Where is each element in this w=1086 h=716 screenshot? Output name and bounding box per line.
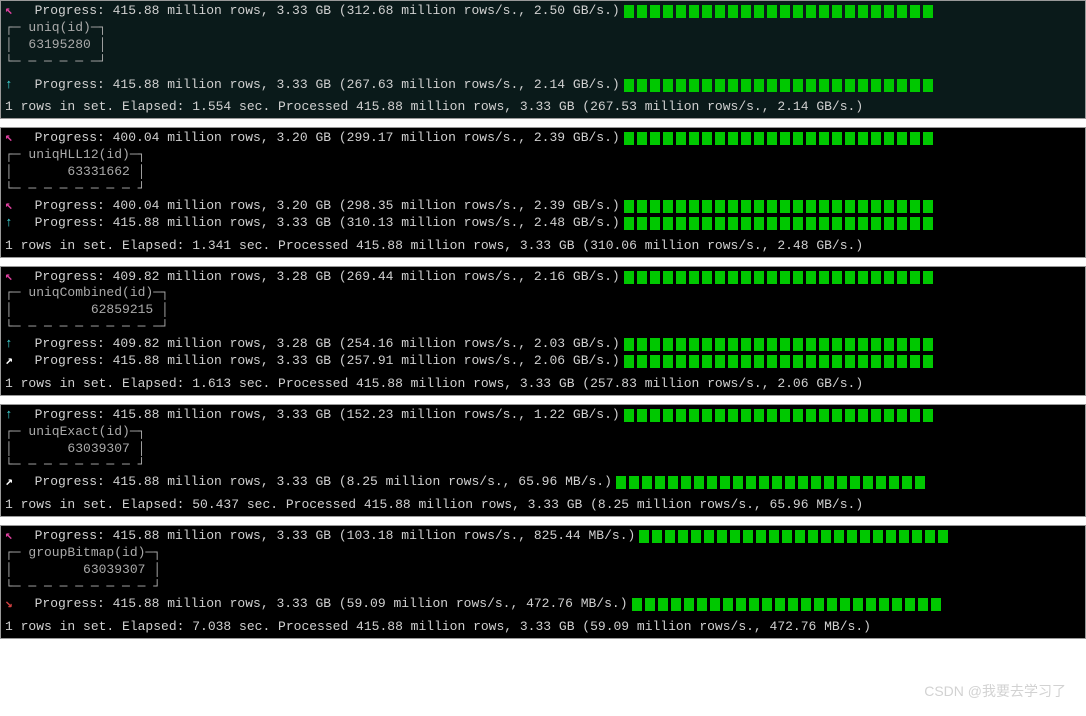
terminal-line: ↑ Progress: 409.82 million rows, 3.28 GB… <box>5 336 1081 353</box>
result-box-line: │ 63039307 │ <box>5 441 145 458</box>
terminal-panel: ↖ Progress: 415.88 million rows, 3.33 GB… <box>0 525 1086 638</box>
terminal-line: ↘ Progress: 415.88 million rows, 3.33 GB… <box>5 596 1081 613</box>
terminal-line: 1 rows in set. Elapsed: 50.437 sec. Proc… <box>5 497 1081 514</box>
terminal-line: ↖ Progress: 415.88 million rows, 3.33 GB… <box>5 528 1081 545</box>
terminal-line: │ 63039307 │ <box>5 562 1081 579</box>
terminal-line: └─ ─ ─ ─ ─ ─ ─ ─ ─ ┘ <box>5 579 1081 596</box>
terminal-line: ┌─ groupBitmap(id)─┐ <box>5 545 1081 562</box>
terminal-line: ↑ Progress: 415.88 million rows, 3.33 GB… <box>5 407 1081 424</box>
result-box-line: ┌─ uniqCombined(id)─┐ <box>5 285 169 302</box>
progress-bar <box>624 79 1081 92</box>
result-box-line: │ 62859215 │ <box>5 302 169 319</box>
terminal-line: 1 rows in set. Elapsed: 1.554 sec. Proce… <box>5 99 1081 116</box>
progress-bar <box>624 409 1081 422</box>
result-box-line: ┌─ uniqHLL12(id)─┐ <box>5 147 145 164</box>
spinner-arrow-icon: ↑ <box>5 77 19 94</box>
result-box-line: │ 63331662 │ <box>5 164 145 181</box>
terminal-line: ┌─ uniq(id)─┐ <box>5 20 1081 37</box>
spinner-arrow-icon: ↑ <box>5 407 19 424</box>
progress-bar <box>632 598 1082 611</box>
summary-text: 1 rows in set. Elapsed: 1.554 sec. Proce… <box>5 99 863 116</box>
progress-bar <box>616 476 1081 489</box>
spinner-arrow-icon: ↘ <box>5 596 19 613</box>
terminal-panel: ↖ Progress: 400.04 million rows, 3.20 GB… <box>0 127 1086 257</box>
terminal-panel: ↑ Progress: 415.88 million rows, 3.33 GB… <box>0 404 1086 517</box>
progress-text: Progress: 415.88 million rows, 3.33 GB (… <box>19 3 620 20</box>
spinner-arrow-icon: ↖ <box>5 269 19 286</box>
result-box-line: └─ ─ ─ ─ ─ ─ ─ ─ ─ ─┘ <box>5 319 169 336</box>
progress-text: Progress: 409.82 million rows, 3.28 GB (… <box>19 269 620 286</box>
result-box-line: │ 63195280 │ <box>5 37 106 54</box>
summary-text: 1 rows in set. Elapsed: 1.613 sec. Proce… <box>5 376 863 393</box>
result-box-line: │ 63039307 │ <box>5 562 161 579</box>
terminal-line: ↗ Progress: 415.88 million rows, 3.33 GB… <box>5 474 1081 491</box>
progress-bar <box>624 338 1081 351</box>
progress-bar <box>624 217 1081 230</box>
spinner-arrow-icon: ↖ <box>5 528 19 545</box>
terminal-line: ┌─ uniqHLL12(id)─┐ <box>5 147 1081 164</box>
progress-text: Progress: 415.88 million rows, 3.33 GB (… <box>19 215 620 232</box>
result-box-line: ┌─ uniqExact(id)─┐ <box>5 424 145 441</box>
progress-text: Progress: 409.82 million rows, 3.28 GB (… <box>19 336 620 353</box>
watermark: CSDN @我要去学习了 <box>924 681 1066 701</box>
progress-bar <box>624 271 1081 284</box>
terminal-line: │ 62859215 │ <box>5 302 1081 319</box>
terminal-line: └─ ─ ─ ─ ─ ─┘ <box>5 54 1081 71</box>
terminal-line: │ 63039307 │ <box>5 441 1081 458</box>
terminal-line: ↑ Progress: 415.88 million rows, 3.33 GB… <box>5 77 1081 94</box>
progress-text: Progress: 415.88 million rows, 3.33 GB (… <box>19 474 612 491</box>
progress-text: Progress: 415.88 million rows, 3.33 GB (… <box>19 528 635 545</box>
terminal-line: │ 63195280 │ <box>5 37 1081 54</box>
progress-text: Progress: 415.88 million rows, 3.33 GB (… <box>19 596 628 613</box>
progress-text: Progress: 400.04 million rows, 3.20 GB (… <box>19 130 620 147</box>
terminal-line: ↖ Progress: 400.04 million rows, 3.20 GB… <box>5 198 1081 215</box>
terminal-panel: ↖ Progress: 415.88 million rows, 3.33 GB… <box>0 0 1086 119</box>
spinner-arrow-icon: ↖ <box>5 198 19 215</box>
summary-text: 1 rows in set. Elapsed: 1.341 sec. Proce… <box>5 238 863 255</box>
terminal-line: 1 rows in set. Elapsed: 1.341 sec. Proce… <box>5 238 1081 255</box>
terminal-line: ↗ Progress: 415.88 million rows, 3.33 GB… <box>5 353 1081 370</box>
progress-text: Progress: 415.88 million rows, 3.33 GB (… <box>19 77 620 94</box>
result-box-line: └─ ─ ─ ─ ─ ─ ─ ─ ┘ <box>5 457 145 474</box>
terminal-line: └─ ─ ─ ─ ─ ─ ─ ─ ┘ <box>5 457 1081 474</box>
progress-bar <box>624 200 1081 213</box>
summary-text: 1 rows in set. Elapsed: 7.038 sec. Proce… <box>5 619 871 636</box>
terminal-line: └─ ─ ─ ─ ─ ─ ─ ─ ┘ <box>5 181 1081 198</box>
terminal-line: 1 rows in set. Elapsed: 7.038 sec. Proce… <box>5 619 1081 636</box>
spinner-arrow-icon: ↑ <box>5 336 19 353</box>
terminal-line: ↖ Progress: 400.04 million rows, 3.20 GB… <box>5 130 1081 147</box>
terminal-line: ┌─ uniqCombined(id)─┐ <box>5 285 1081 302</box>
progress-bar <box>624 5 1081 18</box>
terminal-line: ┌─ uniqExact(id)─┐ <box>5 424 1081 441</box>
progress-text: Progress: 400.04 million rows, 3.20 GB (… <box>19 198 620 215</box>
terminal-line: 1 rows in set. Elapsed: 1.613 sec. Proce… <box>5 376 1081 393</box>
progress-bar <box>624 355 1081 368</box>
summary-text: 1 rows in set. Elapsed: 50.437 sec. Proc… <box>5 497 863 514</box>
spinner-arrow-icon: ↑ <box>5 215 19 232</box>
terminal-line: │ 63331662 │ <box>5 164 1081 181</box>
result-box-line: ┌─ uniq(id)─┐ <box>5 20 106 37</box>
spinner-arrow-icon: ↖ <box>5 130 19 147</box>
result-box-line: ┌─ groupBitmap(id)─┐ <box>5 545 161 562</box>
terminal-line: ↖ Progress: 409.82 million rows, 3.28 GB… <box>5 269 1081 286</box>
result-box-line: └─ ─ ─ ─ ─ ─ ─ ─ ┘ <box>5 181 145 198</box>
terminal-line: └─ ─ ─ ─ ─ ─ ─ ─ ─ ─┘ <box>5 319 1081 336</box>
progress-text: Progress: 415.88 million rows, 3.33 GB (… <box>19 353 620 370</box>
result-box-line: └─ ─ ─ ─ ─ ─┘ <box>5 54 106 71</box>
progress-text: Progress: 415.88 million rows, 3.33 GB (… <box>19 407 620 424</box>
terminal-line: ↑ Progress: 415.88 million rows, 3.33 GB… <box>5 215 1081 232</box>
spinner-arrow-icon: ↗ <box>5 474 19 491</box>
result-box-line: └─ ─ ─ ─ ─ ─ ─ ─ ─ ┘ <box>5 579 161 596</box>
terminal-line: ↖ Progress: 415.88 million rows, 3.33 GB… <box>5 3 1081 20</box>
progress-bar <box>639 530 1081 543</box>
spinner-arrow-icon: ↗ <box>5 353 19 370</box>
spinner-arrow-icon: ↖ <box>5 3 19 20</box>
terminal-panel: ↖ Progress: 409.82 million rows, 3.28 GB… <box>0 266 1086 396</box>
progress-bar <box>624 132 1081 145</box>
